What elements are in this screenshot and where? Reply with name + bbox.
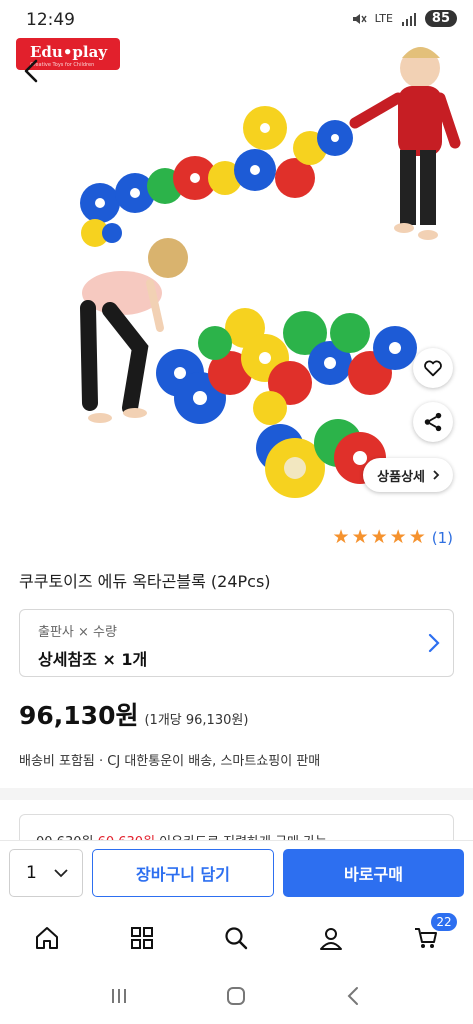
product-image[interactable]: Edu•play Creative Toys for Children 상품상세: [0, 28, 473, 520]
rating[interactable]: ★ ★ ★ ★ ★ (1): [333, 528, 453, 547]
status-icons: LTE 85: [351, 10, 457, 27]
heart-icon: [424, 360, 442, 377]
nav-cart[interactable]: 22: [403, 913, 457, 961]
home-button-icon[interactable]: [225, 985, 247, 1007]
star-icon: ★: [332, 526, 350, 548]
product-photo: [80, 47, 461, 498]
price-row: 96,130원 (1개당 96,130원): [19, 696, 248, 732]
back-arrow-icon[interactable]: [18, 56, 48, 86]
unit-price: (1개당 96,130원): [144, 713, 249, 728]
network-label: LTE: [374, 12, 393, 25]
star-icon: ★: [389, 526, 407, 548]
back-icon[interactable]: [343, 985, 365, 1007]
option-value: 상세참조 × 1개: [38, 650, 148, 669]
signal-icon: [401, 12, 416, 26]
star-icon: ★: [370, 526, 388, 548]
search-icon: [225, 927, 248, 950]
star-icon: ★: [351, 526, 369, 548]
profile-icon: [320, 928, 343, 950]
mute-icon: [352, 13, 367, 24]
nav-categories[interactable]: [119, 915, 165, 961]
categories-icon: [130, 927, 153, 949]
product-title: 쿠쿠토이즈 에듀 옥타곤블록 (24Pcs): [19, 572, 271, 591]
status-time: 12:49: [26, 10, 75, 30]
cart-badge: 22: [431, 913, 457, 931]
option-label: 출판사 × 수량: [38, 625, 117, 640]
quantity-select[interactable]: 1: [9, 849, 83, 897]
star-icon: ★: [408, 526, 426, 548]
home-icon: [36, 927, 59, 949]
quantity-value: 1: [26, 863, 37, 883]
system-nav-bar: [0, 968, 473, 1024]
chevron-down-icon: [54, 869, 68, 878]
nav-home[interactable]: [24, 915, 70, 961]
nav-profile[interactable]: [308, 915, 354, 961]
section-divider: [0, 788, 473, 800]
share-icon: [424, 412, 442, 432]
purchase-bar: 1 장바구니 담기 바로구매: [0, 840, 473, 908]
nav-search[interactable]: [213, 915, 259, 961]
chevron-right-icon: [428, 633, 440, 653]
product-detail-label: 상품상세: [377, 469, 425, 485]
buy-now-button[interactable]: 바로구매: [283, 849, 464, 897]
shipping-info: 배송비 포함됨 · CJ 대한통운이 배송, 스마트쇼핑이 판매: [19, 754, 321, 769]
option-selector[interactable]: 출판사 × 수량 상세참조 × 1개: [19, 609, 454, 677]
battery-badge: 85: [424, 10, 457, 27]
bottom-nav: 22: [0, 908, 473, 968]
share-button[interactable]: [413, 402, 453, 442]
chevron-right-icon: [433, 470, 440, 480]
wishlist-button[interactable]: [413, 348, 453, 388]
add-to-cart-button[interactable]: 장바구니 담기: [92, 849, 274, 897]
recent-apps-icon[interactable]: [108, 986, 130, 1006]
review-count[interactable]: (1): [432, 529, 453, 547]
price: 96,130원: [19, 701, 139, 730]
product-detail-button[interactable]: 상품상세: [363, 458, 453, 492]
